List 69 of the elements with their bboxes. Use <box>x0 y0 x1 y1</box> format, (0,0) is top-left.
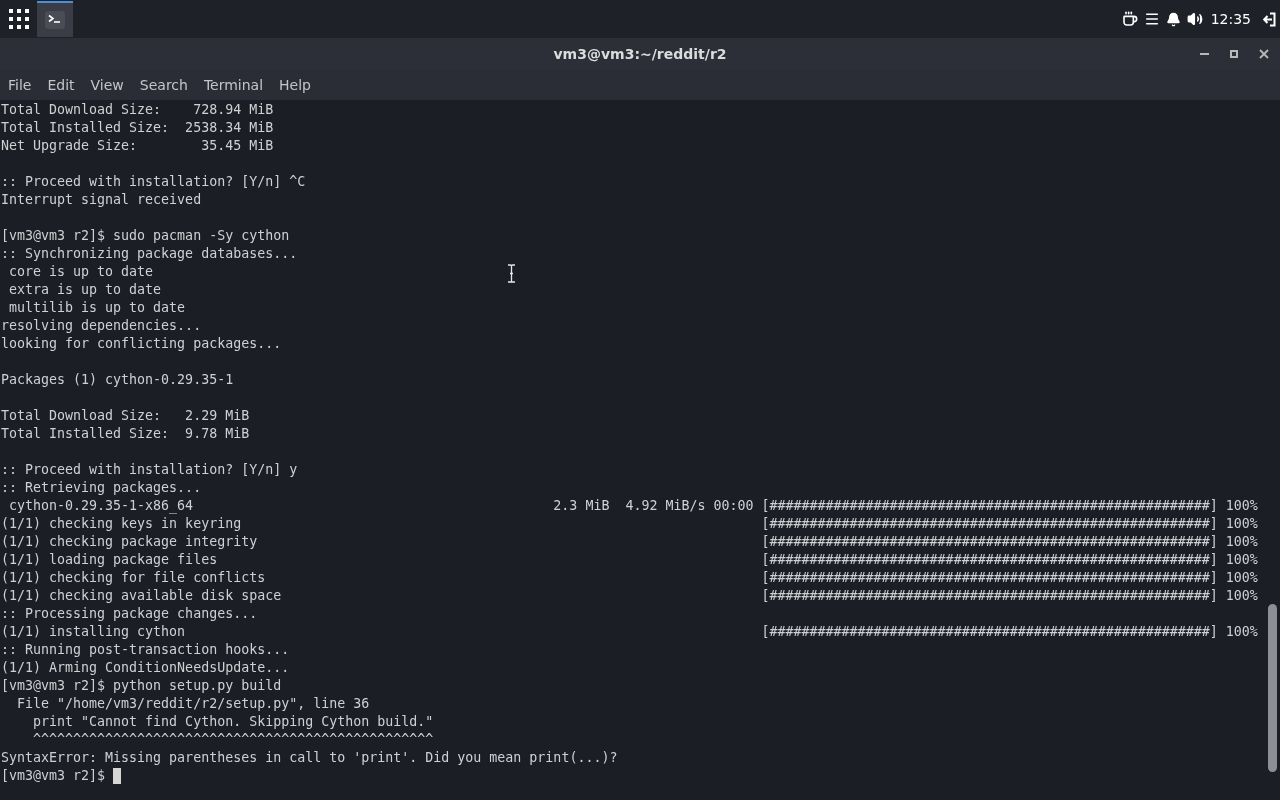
terminal-line: SyntaxError: Missing parentheses in call to 'print'. Did you mean print(...)? <box>1 749 618 767</box>
terminal-line: (1/1) checking keys in keyring <box>1 515 242 533</box>
app-grid-icon <box>9 9 29 29</box>
panel-clock[interactable]: 12:35 <box>1210 8 1251 30</box>
terminal-line: extra is up to date <box>8 281 162 299</box>
menu-item[interactable]: Search <box>131 70 196 100</box>
terminal-line: :: Processing package changes... <box>1 605 258 623</box>
progress-hash-text: [#######################################################] <box>761 569 1218 587</box>
terminal-line: :: Synchronizing package databases... <box>1 245 298 263</box>
progress-percent: 100% <box>1225 587 1258 605</box>
progress-hash-text: [#######################################################] <box>761 533 1218 551</box>
terminal-line: [vm3@vm3 r2]$ <box>1 767 106 785</box>
terminal-line: core is up to date <box>8 263 154 281</box>
volume-icon[interactable] <box>1186 11 1203 27</box>
terminal-line: Total Download Size: 728.94 MiB <box>1 101 274 119</box>
progress-hash-text: [#######################################################] <box>761 551 1218 569</box>
bell-icon[interactable] <box>1165 11 1181 27</box>
minimize-icon <box>1199 53 1209 55</box>
progress-percent: 100% <box>1225 551 1258 569</box>
terminal-line: looking for conflicting packages... <box>1 335 282 353</box>
terminal-line: ^^^^^^^^^^^^^^^^^^^^^^^^^^^^^^^^^^^^^^^^^^^^^^^^^^ <box>32 731 434 749</box>
terminal-line: :: Proceed with installation? [Y/n] ^C <box>1 173 306 191</box>
maximize-icon <box>1230 50 1238 58</box>
terminal-line: Packages (1) cython-0.29.35-1 <box>1 371 234 389</box>
terminal-line: Interrupt signal received <box>1 191 202 209</box>
progress-percent: 100% <box>1225 515 1258 533</box>
transfer-stats: 2.3 MiB 4.92 MiB/s 00:00 <box>553 497 754 515</box>
terminal-line: Net Upgrade Size: 35.45 MiB <box>1 137 274 155</box>
terminal-line: Total Download Size: 2.29 MiB <box>1 407 250 425</box>
terminal-line: (1/1) Arming ConditionNeedsUpdate... <box>1 659 290 677</box>
terminal-line: :: Retrieving packages... <box>1 479 202 497</box>
terminal-line: :: Running post-transaction hooks... <box>1 641 290 659</box>
terminal-line: Total Installed Size: 2538.34 MiB <box>1 119 274 137</box>
progress-hash-text: [#######################################################] <box>761 497 1218 515</box>
terminal-line: multilib is up to date <box>8 299 186 317</box>
exit-icon[interactable] <box>1263 11 1276 27</box>
scrollbar-thumb[interactable] <box>1268 604 1277 772</box>
menu-item[interactable]: Terminal <box>195 70 272 100</box>
terminal-line: File "/home/vm3/reddit/r2/setup.py", line 36 <box>16 695 370 713</box>
progress-hash-text: [#######################################################] <box>761 515 1218 533</box>
text-cursor-icon <box>507 264 516 283</box>
terminal-line: print "Cannot find Cython. Skipping Cython build." <box>32 713 434 731</box>
progress-hash-text: [#######################################################] <box>761 587 1218 605</box>
terminal-line: (1/1) checking available disk space <box>1 587 282 605</box>
menu-item[interactable]: File <box>0 70 40 100</box>
terminal-line: (1/1) checking package integrity <box>1 533 258 551</box>
terminal-line: Total Installed Size: 9.78 MiB <box>1 425 250 443</box>
window-title: vm3@vm3:~/reddit/r2 <box>553 44 727 64</box>
progress-percent: 100% <box>1225 623 1258 641</box>
terminal-line: (1/1) checking for file conflicts <box>1 569 266 587</box>
menu-item[interactable]: Help <box>271 70 319 100</box>
terminal-line: :: Proceed with installation? [Y/n] y <box>1 461 298 479</box>
progress-hash-text: [#######################################################] <box>761 623 1218 641</box>
taskbar-app-button[interactable] <box>37 1 73 37</box>
menu-icon[interactable] <box>1143 11 1160 27</box>
progress-percent: 100% <box>1225 569 1258 587</box>
terminal-line: (1/1) installing cython <box>1 623 186 641</box>
terminal-line: cython-0.29.35-1-x86_64 <box>8 497 194 515</box>
menu-item[interactable]: View <box>82 70 132 100</box>
terminal-icon <box>45 11 65 29</box>
progress-percent: 100% <box>1225 533 1258 551</box>
progress-percent: 100% <box>1225 497 1258 515</box>
terminal-line: (1/1) loading package files <box>1 551 218 569</box>
terminal-line: resolving dependencies... <box>1 317 202 335</box>
coffee-cup-icon[interactable] <box>1121 11 1138 27</box>
close-icon <box>1259 49 1269 59</box>
terminal-line: [vm3@vm3 r2]$ python setup.py build <box>1 677 282 695</box>
menu-item[interactable]: Edit <box>39 70 83 100</box>
terminal-line: [vm3@vm3 r2]$ sudo pacman -Sy cython <box>1 227 290 245</box>
